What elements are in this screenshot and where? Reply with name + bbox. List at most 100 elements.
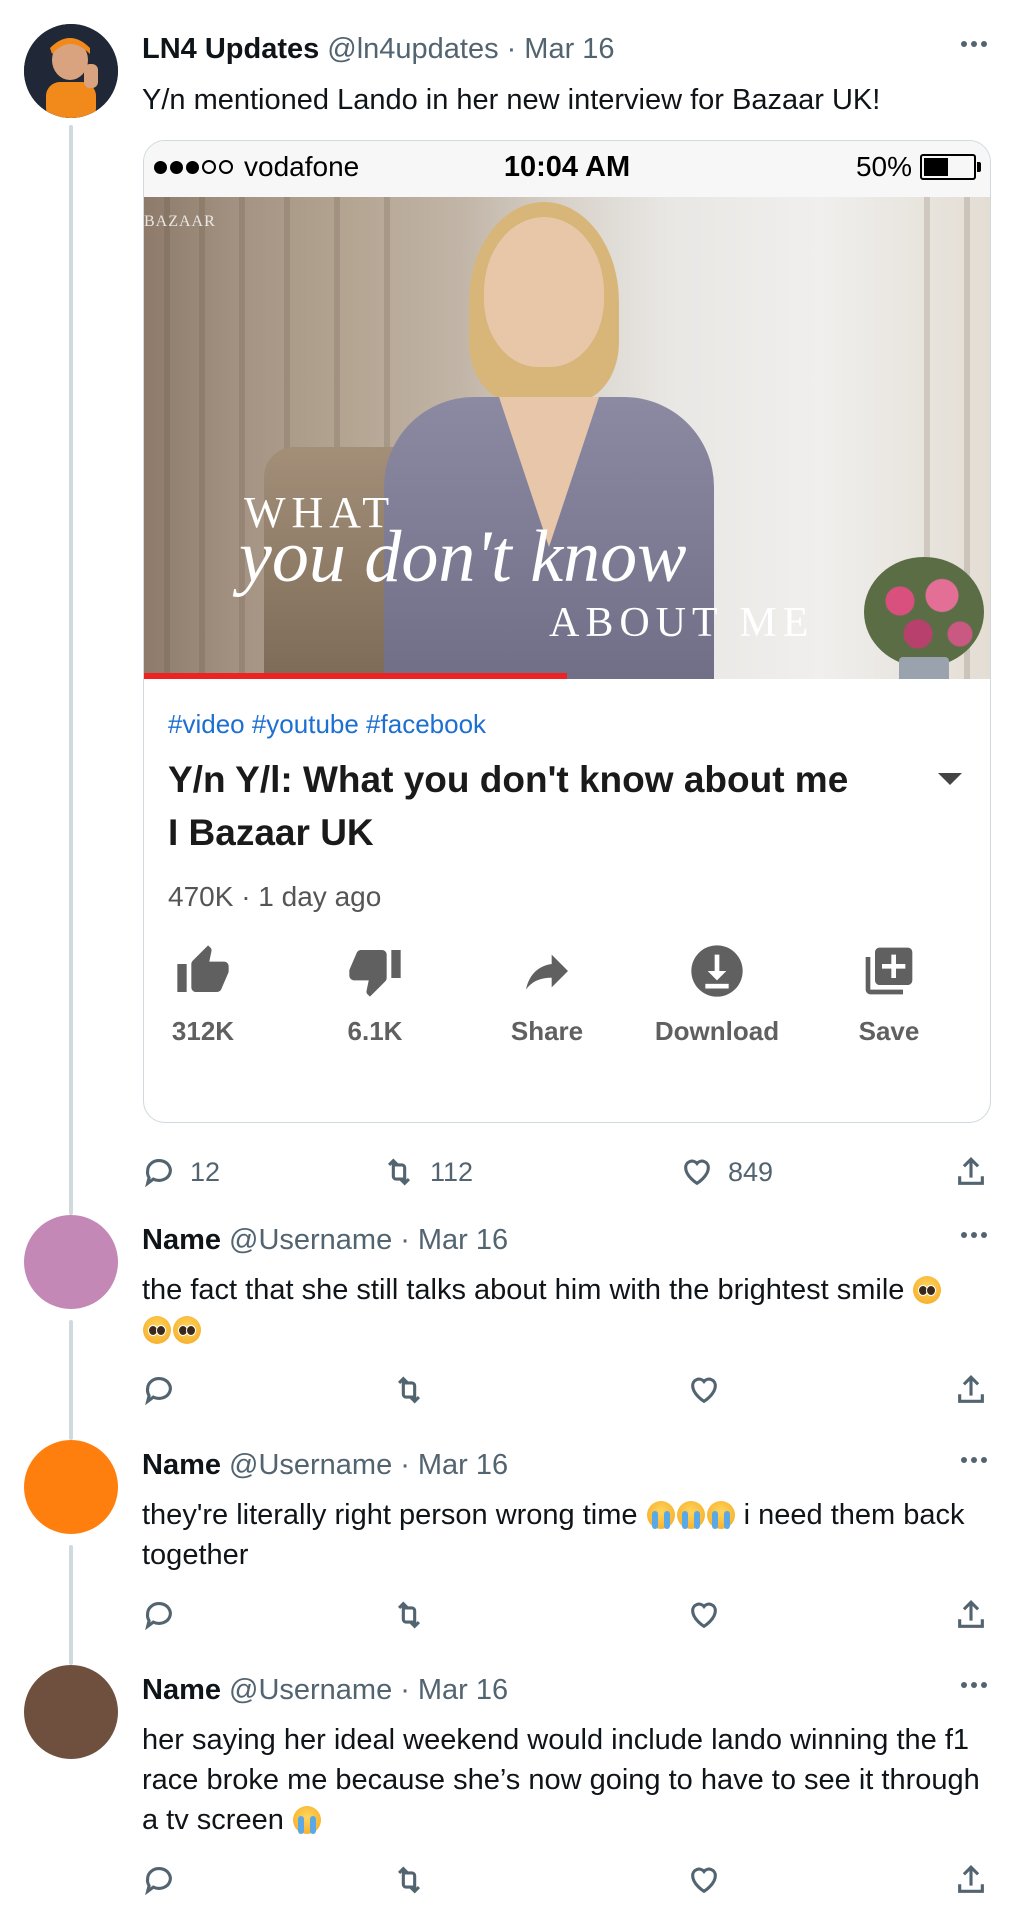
save-video-button[interactable]: Save [804,936,974,1047]
share-button[interactable] [954,1155,988,1189]
heart-icon [691,1867,717,1894]
display-name[interactable]: Name [142,1224,221,1257]
retweet-icon [397,1376,421,1404]
retweet-button[interactable] [392,1373,426,1407]
like-video-button[interactable]: 312K [144,936,288,1047]
like-button[interactable] [687,1373,721,1407]
reply-button[interactable] [142,1373,176,1407]
tweet-date[interactable]: Mar 16 [524,33,614,66]
video-views: 470K · 1 day ago [168,881,381,913]
reply-text-body: they're literally right person wrong tim… [142,1499,638,1531]
separator: · [400,1673,410,1706]
reply-button[interactable] [142,1598,176,1632]
reply-date[interactable]: Mar 16 [418,1449,508,1482]
share-button[interactable] [954,1373,988,1407]
avatar[interactable] [24,1665,118,1759]
thread-line [69,1320,73,1440]
pleading-face-emoji [913,1276,942,1304]
video-actions: 312K 6.1K Share Download Save [144,936,990,1066]
avatar[interactable] [24,1215,118,1309]
thumbs-up-icon [144,936,288,1006]
overlay-title-about-me: ABOUT ME [549,600,815,646]
reply-text: her saying her ideal weekend would inclu… [142,1720,988,1840]
video-progress-bar[interactable] [144,673,567,679]
tweet-text: Y/n mentioned Lando in her new interview… [142,84,881,116]
video-thumbnail[interactable]: BAZAAR WHAT you don't know ABOUT ME [144,197,990,679]
add-to-playlist-icon [804,936,974,1006]
handle[interactable]: @ln4updates [327,33,498,66]
reply-actions [142,1368,988,1412]
more-options-icon[interactable] [954,1675,994,1695]
tweet-header: LN4 Updates @ln4updates · Mar 16 [142,29,988,69]
battery-icon [920,154,981,180]
crying-face-emoji [646,1501,675,1529]
share-label: Share [510,1016,584,1046]
dislike-video-button[interactable]: 6.1K [290,936,460,1047]
retweet-icon [397,1601,421,1629]
retweet-button[interactable] [392,1863,426,1897]
share-button[interactable] [954,1598,988,1632]
download-label: Download [654,1016,780,1046]
share-icon [958,1600,984,1628]
avatar[interactable] [24,1440,118,1534]
share-button[interactable] [954,1863,988,1897]
overlay-title-you-dont-know: you don't know [239,516,687,598]
download-video-button[interactable]: Download [632,936,802,1047]
handle[interactable]: @Username [229,1224,392,1257]
share-video-button[interactable]: Share [462,936,632,1047]
reply-header: Name @Username · Mar 16 [142,1670,988,1710]
retweet-icon [397,1866,421,1894]
like-button[interactable]: 849 [680,1155,773,1189]
reply-text: they're literally right person wrong tim… [142,1495,988,1575]
separator: · [400,1448,410,1481]
more-options-icon[interactable] [954,34,994,54]
more-options-icon[interactable] [954,1225,994,1245]
pleading-face-emoji [143,1316,171,1344]
expand-description-icon[interactable] [938,773,962,785]
display-name[interactable]: LN4 Updates [142,33,319,66]
like-count: 312K [171,1016,235,1046]
reply-icon [145,1867,172,1896]
save-label: Save [858,1016,920,1046]
vase-shape [899,657,949,679]
bazaar-watermark: BAZAAR [144,213,216,230]
display-name[interactable]: Name [142,1674,221,1707]
heart-icon [691,1602,717,1629]
handle[interactable]: @Username [229,1449,392,1482]
pleading-face-emoji [173,1316,201,1344]
upload-age: · 1 day ago [241,881,382,912]
reply-date[interactable]: Mar 16 [418,1224,508,1257]
share-icon [958,1375,984,1403]
media-card[interactable]: vodafone 10:04 AM 50% BAZAAR WHAT you do… [143,140,991,1123]
reply-button[interactable] [142,1863,176,1897]
dislike-count: 6.1K [347,1016,403,1046]
like-button[interactable] [687,1863,721,1897]
reply-text-body: her saying her ideal weekend would inclu… [142,1724,980,1836]
reply-header: Name @Username · Mar 16 [142,1220,988,1260]
reply-button[interactable]: 12 [142,1155,220,1189]
more-options-icon[interactable] [954,1450,994,1470]
face-shape [484,217,604,367]
crying-face-emoji [292,1806,321,1834]
like-count: 849 [728,1156,774,1187]
separator: · [400,1223,410,1256]
like-button[interactable] [687,1598,721,1632]
avatar[interactable] [24,24,118,118]
share-arrow-icon [462,936,632,1006]
reply-count: 12 [190,1156,221,1187]
retweet-button[interactable] [392,1598,426,1632]
retweet-button[interactable]: 112 [382,1155,473,1189]
hashtags[interactable]: #video #youtube #facebook [168,709,486,740]
view-count: 470K [168,881,234,912]
display-name[interactable]: Name [142,1449,221,1482]
tweet-actions: 12 112 849 [142,1150,988,1194]
flowers-shape [864,557,984,667]
handle[interactable]: @Username [229,1674,392,1707]
thread-line [69,1545,73,1665]
reply-actions [142,1858,988,1902]
reply-text: the fact that she still talks about him … [142,1270,988,1350]
thread-line [69,125,73,1215]
reply-date[interactable]: Mar 16 [418,1674,508,1707]
retweet-count: 112 [430,1156,474,1187]
share-icon [958,1157,984,1185]
